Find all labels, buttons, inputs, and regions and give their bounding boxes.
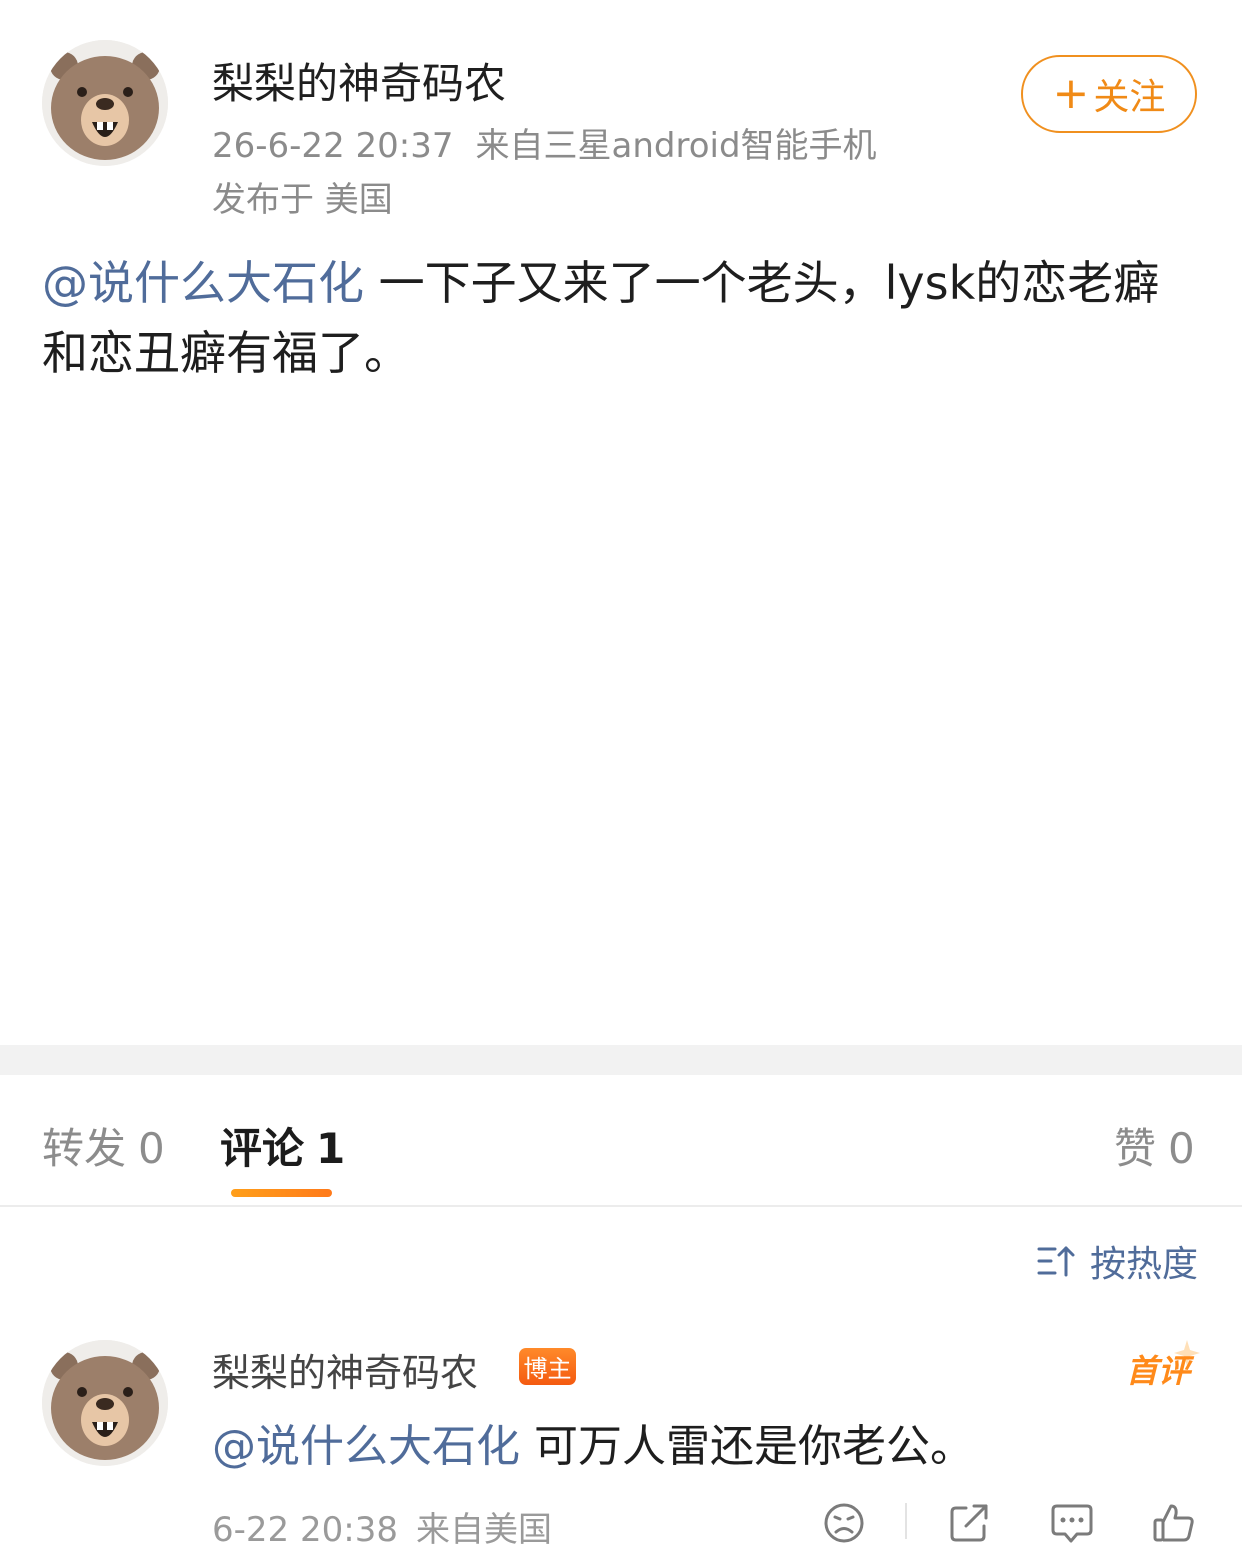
follow-button[interactable]: + 关注 <box>1021 55 1197 133</box>
sort-by-hot-button[interactable]: 按热度 <box>1036 1235 1198 1287</box>
comment-mention-link[interactable]: @说什么大石化 <box>212 1421 520 1472</box>
comment-bubble-icon[interactable] <box>1049 1500 1095 1546</box>
first-comment-label: 首评 <box>1126 1352 1191 1390</box>
post-location: 发布于 美国 <box>212 180 393 220</box>
tabs-divider <box>0 1205 1242 1207</box>
first-comment-tag: 首评 <box>1122 1338 1202 1390</box>
active-tab-indicator <box>231 1189 332 1197</box>
tab-repost-label: 转发 <box>42 1124 127 1173</box>
post-mention-link[interactable]: @说什么大石化 <box>42 256 364 310</box>
sort-label: 按热度 <box>1090 1244 1199 1285</box>
tab-repost[interactable]: 转发 0 <box>42 1115 165 1176</box>
comment-location: 来自美国 <box>415 1510 552 1550</box>
plus-icon: + <box>1052 68 1090 119</box>
follow-label: 关注 <box>1093 77 1166 118</box>
tab-comments-count: 1 <box>316 1124 346 1173</box>
action-divider <box>905 1503 907 1539</box>
tab-comments[interactable]: 评论 1 <box>220 1115 345 1176</box>
tab-comments-label: 评论 <box>220 1124 305 1173</box>
tab-likes[interactable]: 赞0 <box>1114 1115 1195 1176</box>
post-time: 26-6-22 20:37 <box>212 126 454 166</box>
dislike-icon[interactable] <box>821 1500 867 1546</box>
post-author-name[interactable]: 梨梨的神奇码农 <box>212 50 506 111</box>
author-badge: 博主 <box>519 1348 576 1385</box>
thumbs-up-icon[interactable] <box>1151 1500 1197 1546</box>
tab-repost-count: 0 <box>138 1124 165 1173</box>
tab-likes-count: 0 <box>1168 1124 1195 1173</box>
post-author-avatar[interactable] <box>42 40 168 166</box>
section-separator <box>0 1045 1242 1075</box>
post-source: 来自三星android智能手机 <box>475 126 877 166</box>
comment-content: 可万人雷还是你老公。 <box>520 1421 974 1472</box>
comment-author-name[interactable]: 梨梨的神奇码农 <box>212 1342 478 1397</box>
post-meta: 26-6-22 20:37 来自三星android智能手机 <box>212 118 877 167</box>
post-text: @说什么大石化 一下子又来了一个老头，lysk的恋老癖和恋丑癖有福了。 <box>42 248 1192 388</box>
comment-time: 6-22 20:38 <box>212 1510 398 1550</box>
comment-text: @说什么大石化 可万人雷还是你老公。 <box>212 1410 974 1474</box>
comment-author-avatar[interactable] <box>42 1340 168 1466</box>
sort-icon <box>1037 1246 1075 1277</box>
share-icon[interactable] <box>946 1500 992 1546</box>
comment-meta: 6-22 20:38 来自美国 <box>212 1502 552 1551</box>
tab-likes-label: 赞 <box>1114 1124 1157 1173</box>
